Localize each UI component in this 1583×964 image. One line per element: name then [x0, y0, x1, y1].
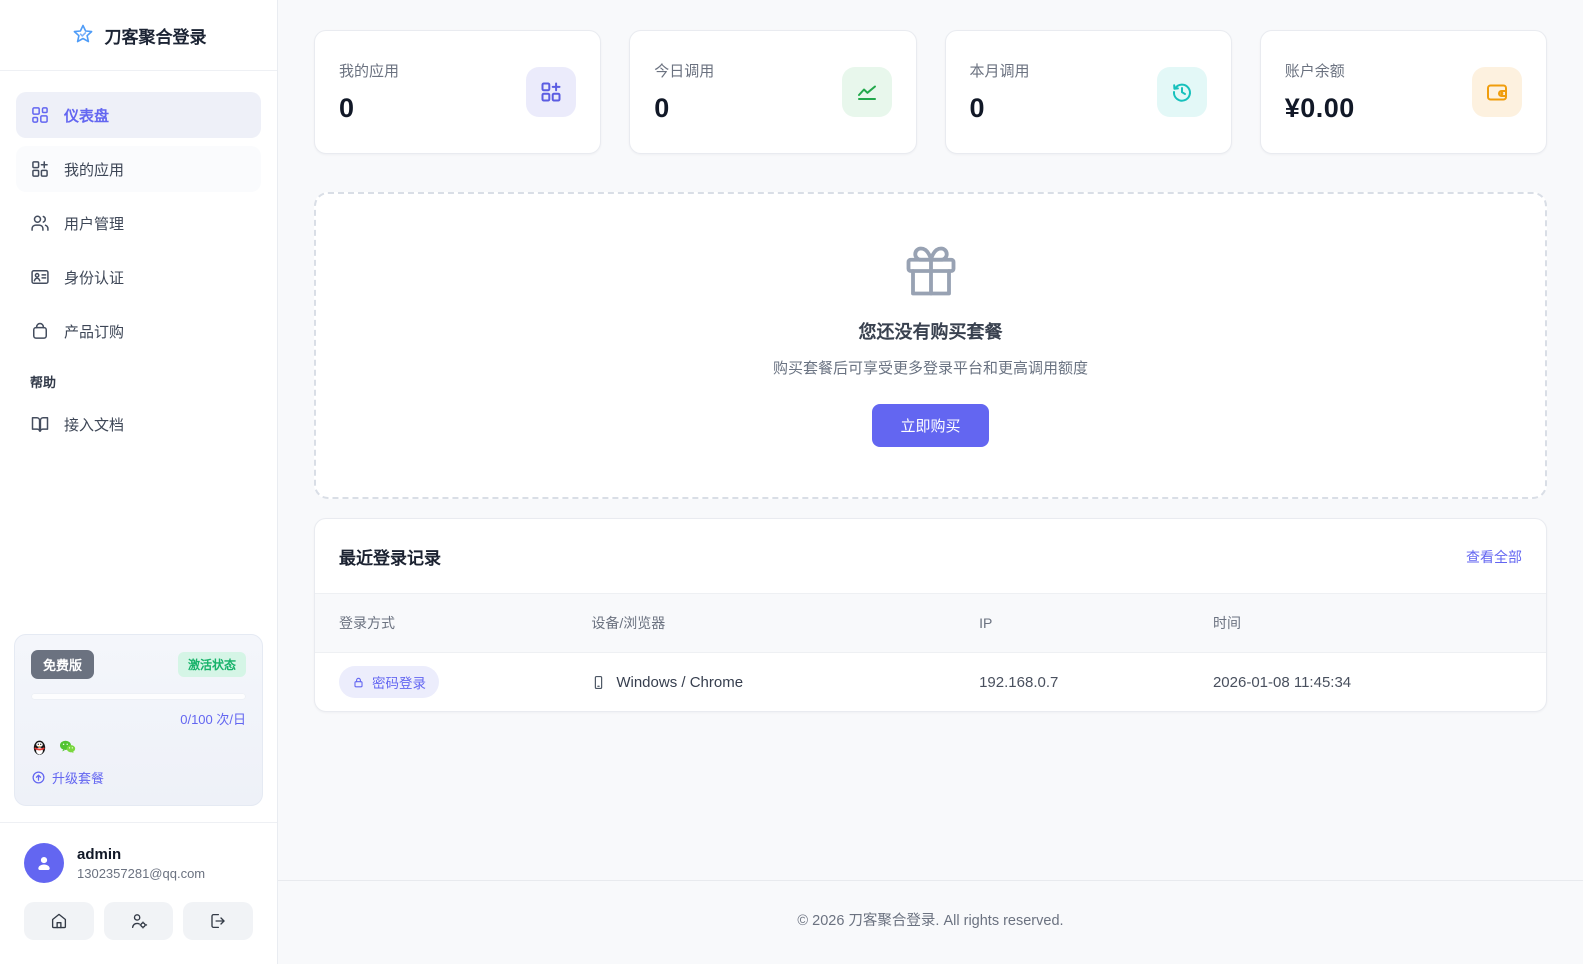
home-icon [50, 912, 68, 930]
sidebar-item-label: 接入文档 [64, 416, 125, 434]
quota-progress-bar [31, 693, 246, 700]
stat-value: 0 [339, 93, 355, 123]
trend-chart-icon [841, 67, 892, 117]
user-email: 1302357281@qq.com [77, 865, 206, 881]
column-header-device: 设备/浏览器 [567, 593, 956, 653]
stat-value: 0 [969, 93, 986, 123]
sidebar-item-dashboard[interactable]: 仪表盘 [16, 92, 261, 138]
logout-icon [209, 912, 227, 930]
table-row: 密码登录 Windows / Chrome 192.168.0.7 2026-0… [315, 653, 1546, 712]
shopping-bag-icon [30, 321, 50, 341]
stat-label: 本月调用 [969, 63, 1030, 80]
sidebar-item-label: 身份认证 [64, 269, 125, 287]
app-window: 刀客聚合登录 仪表盘 我的应用 用户管理 身份认证 产品订购 帮助 接入文档 免… [0, 0, 1583, 964]
account-settings-button[interactable] [103, 902, 174, 940]
device-cell: Windows / Chrome [591, 674, 931, 691]
login-method-label: 密码登录 [372, 676, 426, 691]
copyright-text: © 2026 刀客聚合登录. All rights reserved. [797, 913, 1064, 929]
sidebar-item-docs[interactable]: 接入文档 [16, 401, 261, 447]
wechat-icon [58, 738, 77, 756]
recent-logins-title: 最近登录记录 [339, 549, 441, 568]
ip-cell: 192.168.0.7 [979, 673, 1059, 691]
sidebar-section-help: 帮助 [30, 375, 57, 390]
sidebar-item-products[interactable]: 产品订购 [16, 308, 261, 354]
star-logo-icon [71, 23, 95, 47]
lock-icon [352, 676, 365, 689]
smartphone-icon [591, 675, 606, 690]
no-plan-empty-state: 您还没有购买套餐 购买套餐后可享受更多登录平台和更高调用额度 立即购买 [314, 192, 1547, 499]
dashboard-content: 我的应用 0 今日调用 0 本月调用 0 账户余额 ¥0.00 您还没有购买套餐… [278, 0, 1583, 880]
stat-card-my-apps: 我的应用 0 [314, 30, 602, 154]
time-cell: 2026-01-08 11:45:34 [1212, 673, 1352, 691]
buy-now-button[interactable]: 立即购买 [872, 404, 989, 447]
home-button[interactable] [24, 902, 94, 940]
login-method-badge: 密码登录 [339, 666, 439, 698]
users-icon [30, 213, 50, 233]
stat-card-month-calls: 本月调用 0 [944, 30, 1232, 154]
upgrade-plan-label: 升级套餐 [52, 771, 105, 786]
clock-history-icon [1156, 67, 1207, 117]
user-name: admin [77, 845, 122, 863]
sidebar-item-label: 产品订购 [64, 323, 125, 341]
stat-label: 我的应用 [339, 63, 400, 80]
sidebar: 刀客聚合登录 仪表盘 我的应用 用户管理 身份认证 产品订购 帮助 接入文档 免… [0, 0, 278, 964]
stat-value: ¥0.00 [1284, 93, 1355, 123]
user-panel: admin 1302357281@qq.com [0, 822, 277, 964]
stat-card-balance: 账户余额 ¥0.00 [1259, 30, 1547, 154]
gift-icon [904, 244, 958, 298]
plan-name-badge: 免费版 [31, 650, 95, 679]
recent-logins-table: 登录方式 设备/浏览器 IP 时间 密码登录 Windows / Chrome … [315, 593, 1546, 711]
empty-state-subtitle: 购买套餐后可享受更多登录平台和更高调用额度 [772, 360, 1088, 377]
circle-up-arrow-icon [31, 770, 46, 785]
sidebar-item-user-management[interactable]: 用户管理 [16, 200, 261, 246]
stat-card-today-calls: 今日调用 0 [629, 30, 917, 154]
qq-icon [31, 738, 48, 756]
view-all-link[interactable]: 查看全部 [1466, 547, 1522, 567]
quota-text: 0/100 次/日 [180, 712, 246, 727]
sidebar-item-my-apps[interactable]: 我的应用 [16, 146, 261, 192]
stat-value: 0 [654, 93, 670, 123]
grid-plus-icon [30, 159, 50, 179]
column-header-method: 登录方式 [315, 593, 568, 653]
footer: © 2026 刀客聚合登录. All rights reserved. [278, 880, 1583, 964]
recent-logins-card: 最近登录记录 查看全部 登录方式 设备/浏览器 IP 时间 密码登录 Windo… [314, 518, 1547, 712]
sidebar-item-label: 用户管理 [64, 215, 125, 233]
plan-card: 免费版 激活状态 0/100 次/日 升级套餐 [14, 634, 263, 806]
user-gear-icon [130, 912, 148, 930]
device-label: Windows / Chrome [616, 673, 744, 691]
sidebar-item-label: 仪表盘 [64, 107, 110, 125]
book-icon [30, 414, 50, 434]
sidebar-item-label: 我的应用 [64, 161, 125, 179]
app-title: 刀客聚合登录 [104, 27, 207, 47]
upgrade-plan-link[interactable]: 升级套餐 [31, 768, 104, 787]
stat-cards-row: 我的应用 0 今日调用 0 本月调用 0 账户余额 ¥0.00 [314, 30, 1547, 154]
grid-plus-icon [526, 67, 577, 117]
column-header-ip: IP [955, 593, 1189, 653]
empty-state-title: 您还没有购买套餐 [858, 322, 1003, 342]
plan-status-badge: 激活状态 [177, 652, 246, 677]
main-area: 我的应用 0 今日调用 0 本月调用 0 账户余额 ¥0.00 您还没有购买套餐… [278, 0, 1583, 964]
sidebar-nav: 仪表盘 我的应用 用户管理 身份认证 产品订购 帮助 接入文档 [0, 71, 277, 455]
column-header-time: 时间 [1188, 593, 1546, 653]
stat-label: 今日调用 [654, 63, 715, 80]
wallet-icon [1472, 67, 1522, 117]
stat-label: 账户余额 [1284, 63, 1345, 80]
avatar [24, 843, 64, 883]
logout-button[interactable] [183, 902, 254, 940]
sidebar-item-identity[interactable]: 身份认证 [16, 254, 261, 300]
dashboard-grid-icon [30, 105, 50, 125]
id-card-icon [30, 267, 50, 287]
app-logo: 刀客聚合登录 [0, 0, 277, 71]
